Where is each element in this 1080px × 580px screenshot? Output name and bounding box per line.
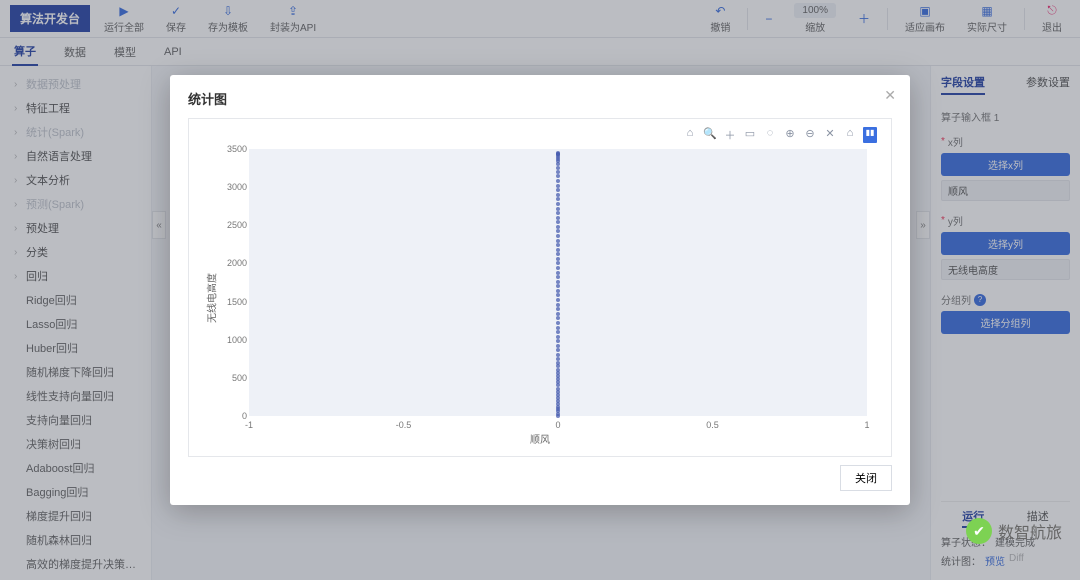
- chart-modal: 统计图 ✕ ⌂ 🔍 ＋ ▭ ◌ ⊕ ⊖ ✕ ⌂ ▮▮ 0500100015002…: [170, 75, 910, 505]
- home-icon[interactable]: ⌂: [843, 127, 857, 143]
- modal-overlay: 统计图 ✕ ⌂ 🔍 ＋ ▭ ◌ ⊕ ⊖ ✕ ⌂ ▮▮ 0500100015002…: [0, 0, 1080, 580]
- plotly-logo[interactable]: ▮▮: [863, 127, 877, 143]
- scatter-plot[interactable]: 0500100015002000250030003500-1-0.500.51无…: [203, 145, 877, 450]
- autoscale-icon[interactable]: ✕: [823, 127, 837, 143]
- modal-title: 统计图: [188, 89, 892, 108]
- chart-container: ⌂ 🔍 ＋ ▭ ◌ ⊕ ⊖ ✕ ⌂ ▮▮ 0500100015002000250…: [188, 118, 892, 457]
- zoom-out-icon[interactable]: ⊖: [803, 127, 817, 143]
- close-button[interactable]: 关闭: [840, 465, 892, 491]
- plus-icon[interactable]: ＋: [723, 127, 737, 143]
- box-select-icon[interactable]: ▭: [743, 127, 757, 143]
- zoom-in-icon[interactable]: ⊕: [783, 127, 797, 143]
- lasso-icon[interactable]: ◌: [763, 127, 777, 143]
- chart-toolbar: ⌂ 🔍 ＋ ▭ ◌ ⊕ ⊖ ✕ ⌂ ▮▮: [203, 127, 877, 143]
- camera-icon[interactable]: ⌂: [683, 127, 697, 143]
- zoom-icon[interactable]: 🔍: [703, 127, 717, 143]
- close-icon[interactable]: ✕: [884, 87, 896, 104]
